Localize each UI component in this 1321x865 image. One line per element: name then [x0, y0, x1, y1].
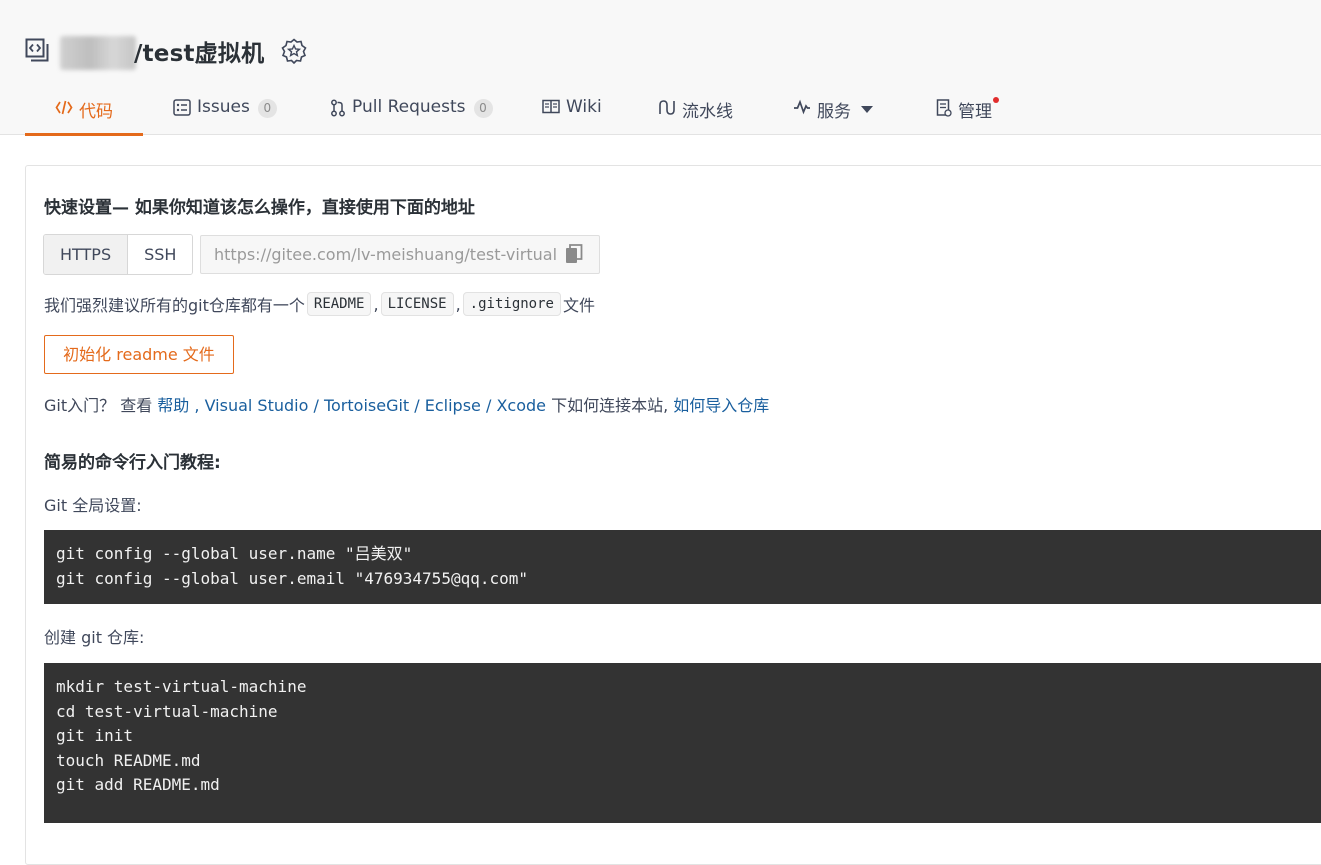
tab-pipeline-label: 流水线: [682, 102, 733, 122]
recommend-prefix: 我们强烈建议所有的git仓库都有一个: [44, 296, 305, 315]
tab-manage-label: 管理: [958, 102, 992, 122]
separator: ,: [455, 294, 461, 314]
notification-dot: [993, 97, 999, 103]
eclipse-link[interactable]: Eclipse: [425, 396, 481, 415]
tab-services[interactable]: 服务: [793, 88, 873, 135]
repo-title[interactable]: /test虚拟机: [134, 34, 264, 68]
create-repo-label: 创建 git 仓库:: [44, 628, 145, 647]
git-intro-line: Git入门？ 查看 帮助 , Visual Studio / TortoiseG…: [44, 392, 769, 416]
code-repo-icon: [25, 38, 49, 62]
pipeline-icon: [659, 100, 675, 115]
tab-manage[interactable]: 管理: [936, 88, 999, 135]
intro-prefix: Git入门？ 查看: [44, 396, 158, 415]
recommend-suffix: 文件: [562, 296, 595, 315]
tab-pipeline[interactable]: 流水线: [658, 88, 733, 135]
tab-code[interactable]: 代码: [25, 88, 143, 136]
create-repo-code: mkdir test-virtual-machine cd test-virtu…: [44, 663, 1321, 823]
tab-code-label: 代码: [79, 102, 113, 122]
clone-url-field[interactable]: https://gitee.com/lv-meishuang/test-virt…: [200, 235, 600, 274]
intro-mid: 下如何连接本站,: [546, 396, 674, 415]
protocol-switch: HTTPS SSH: [43, 234, 194, 275]
tab-issues-label: Issues: [197, 97, 250, 117]
gitignore-chip: .gitignore: [462, 292, 561, 316]
issues-count: 0: [257, 99, 277, 118]
tab-pull-requests[interactable]: Pull Requests 0: [330, 88, 493, 135]
tab-wiki-label: Wiki: [566, 97, 602, 117]
separator: /: [308, 396, 324, 415]
manage-icon: [936, 99, 952, 117]
separator: /: [480, 396, 497, 415]
chevron-down-icon: [861, 106, 873, 113]
badge-icon[interactable]: [281, 38, 307, 64]
tab-issues[interactable]: Issues 0: [173, 88, 277, 135]
init-readme-button[interactable]: 初始化 readme 文件: [44, 335, 234, 374]
import-repo-link[interactable]: 如何导入仓库: [673, 396, 769, 415]
readme-recommendation: 我们强烈建议所有的git仓库都有一个 README , LICENSE , .g…: [44, 292, 595, 316]
pull-requests-count: 0: [473, 99, 493, 118]
visual-studio-link[interactable]: Visual Studio: [205, 396, 309, 415]
book-icon: [542, 99, 560, 114]
ssh-button[interactable]: SSH: [128, 235, 193, 274]
tab-wiki[interactable]: Wiki: [542, 88, 602, 135]
tutorial-title: 简易的命令行入门教程:: [44, 453, 221, 473]
global-settings-label: Git 全局设置:: [44, 496, 142, 515]
https-button[interactable]: HTTPS: [44, 235, 129, 274]
help-link[interactable]: 帮助: [157, 396, 189, 415]
license-chip: LICENSE: [380, 292, 454, 316]
tortoisegit-link[interactable]: TortoiseGit: [324, 396, 409, 415]
tab-pull-requests-label: Pull Requests: [352, 97, 466, 117]
separator: ,: [189, 396, 205, 415]
copy-icon[interactable]: [565, 244, 583, 264]
separator: ,: [373, 294, 379, 314]
pull-request-icon: [331, 99, 345, 117]
pulse-icon: [794, 99, 810, 115]
readme-chip: README: [306, 292, 372, 316]
separator: /: [409, 396, 425, 415]
code-icon: [55, 100, 73, 115]
tab-services-label: 服务: [817, 102, 851, 122]
global-settings-code: git config --global user.name "吕美双" git …: [44, 530, 1321, 604]
quick-setup-title: 快速设置— 如果你知道该怎么操作，直接使用下面的地址: [44, 198, 475, 218]
xcode-link[interactable]: Xcode: [496, 396, 546, 415]
repo-tabs: 代码 Issues 0 Pull Requests 0 Wiki 流水线 服务 …: [0, 88, 1321, 136]
repo-header: /test虚拟机 代码 Issues 0 Pull Requests 0 Wik…: [0, 0, 1321, 136]
owner-name-redacted: [60, 36, 136, 70]
issues-icon: [173, 99, 191, 116]
